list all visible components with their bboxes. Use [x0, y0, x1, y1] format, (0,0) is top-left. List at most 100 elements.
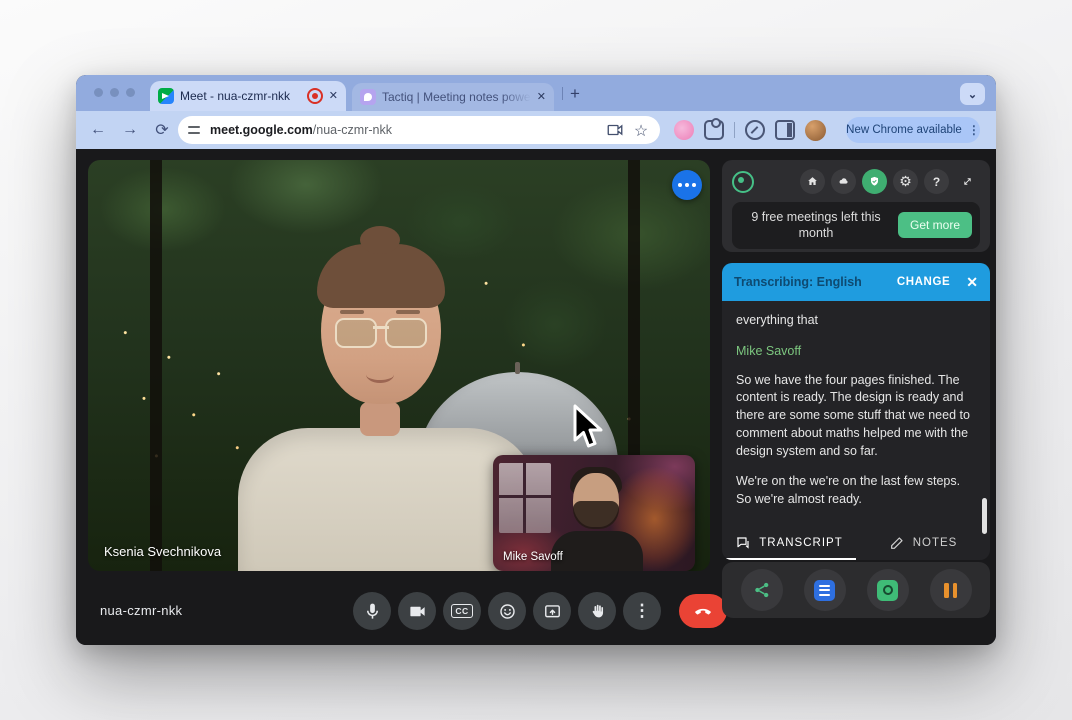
- pip-participant-video[interactable]: Mike Savoff: [493, 455, 695, 571]
- participant-figure: [360, 226, 400, 254]
- screenshot-icon: [877, 580, 898, 601]
- mic-button[interactable]: [353, 592, 391, 630]
- browser-menu-icon[interactable]: ⋮: [968, 123, 980, 137]
- tactiq-action-bar: [722, 562, 990, 618]
- camera-permission-icon[interactable]: [606, 121, 624, 139]
- captions-button[interactable]: CC: [443, 592, 481, 630]
- participant-name-label: Ksenia Svechnikova: [104, 544, 221, 559]
- pip-figure: [551, 531, 643, 571]
- address-bar[interactable]: meet.google.com/nua-czmr-nkk ☆: [178, 116, 660, 144]
- chrome-update-button[interactable]: New Chrome available ⋮: [846, 117, 980, 143]
- tactiq-sidebar-header: ⚙ ? 9 free meetings left this month Get …: [722, 160, 990, 252]
- shield-icon: [868, 175, 881, 188]
- browser-window: Meet - nua-czmr-nkk ✕ Tactiq | Meeting n…: [76, 75, 996, 645]
- tab-tactiq[interactable]: Tactiq | Meeting notes powe ✕: [352, 83, 554, 111]
- participant-figure: [335, 318, 427, 346]
- minimize-window-icon[interactable]: [110, 88, 119, 97]
- open-docs-button[interactable]: [804, 569, 846, 611]
- screenshot-button[interactable]: [867, 569, 909, 611]
- extensions-puzzle-icon[interactable]: [704, 120, 724, 140]
- gear-icon: ⚙: [899, 173, 912, 190]
- close-tab-icon[interactable]: ✕: [537, 92, 546, 103]
- participant-figure: [360, 402, 400, 436]
- tab-meet[interactable]: Meet - nua-czmr-nkk ✕: [150, 81, 346, 111]
- participant-figure: [340, 310, 364, 314]
- reactions-button[interactable]: [488, 592, 526, 630]
- get-more-button[interactable]: Get more: [898, 212, 972, 238]
- meet-page: Ksenia Svechnikova Mike Savoff nua-czmr-…: [76, 149, 996, 645]
- record-status-icon: [732, 171, 754, 193]
- settings-button[interactable]: ⚙: [893, 169, 918, 194]
- tab-label: TRANSCRIPT: [759, 537, 842, 549]
- raise-hand-icon: [588, 602, 607, 621]
- raise-hand-button[interactable]: [578, 592, 616, 630]
- browser-toolbar: ← → ⟳ meet.google.com/nua-czmr-nkk ☆ New…: [76, 111, 996, 149]
- tab-search-chevron-icon[interactable]: ⌄: [960, 83, 985, 105]
- transcribing-label: Transcribing: English: [734, 275, 889, 289]
- camera-button[interactable]: [398, 592, 436, 630]
- cloud-button[interactable]: [831, 169, 856, 194]
- forward-icon[interactable]: →: [114, 121, 146, 139]
- share-button[interactable]: [741, 569, 783, 611]
- tab-strip: Meet - nua-czmr-nkk ✕ Tactiq | Meeting n…: [76, 75, 996, 111]
- transcribing-banner: Transcribing: English CHANGE ✕: [722, 263, 990, 301]
- present-screen-button[interactable]: [533, 592, 571, 630]
- pause-transcript-button[interactable]: [930, 569, 972, 611]
- url-text: meet.google.com/nua-czmr-nkk: [210, 123, 598, 137]
- cloud-icon: [837, 175, 850, 188]
- end-call-icon: [693, 601, 713, 621]
- tab-label: NOTES: [913, 537, 958, 549]
- participant-figure: [396, 310, 420, 314]
- home-button[interactable]: [800, 169, 825, 194]
- close-tab-icon[interactable]: ✕: [329, 91, 338, 102]
- tactiq-floating-widget[interactable]: [672, 170, 702, 200]
- notes-pencil-icon: [889, 535, 905, 551]
- tab-divider: [562, 87, 563, 100]
- more-options-icon: ⋮: [634, 601, 651, 621]
- new-tab-button[interactable]: +: [570, 84, 580, 104]
- recording-indicator-icon: [307, 88, 323, 104]
- help-icon: ?: [933, 175, 940, 189]
- change-language-button[interactable]: CHANGE: [897, 276, 950, 288]
- pip-name-label: Mike Savoff: [503, 551, 563, 563]
- side-panel-icon[interactable]: [775, 120, 795, 140]
- tactiq-extension-icon[interactable]: [674, 120, 694, 140]
- participant-figure: [366, 366, 394, 383]
- captions-icon: CC: [451, 604, 472, 618]
- main-participant-video[interactable]: Ksenia Svechnikova Mike Savoff: [88, 160, 710, 571]
- reload-icon[interactable]: ⟳: [146, 120, 178, 140]
- meet-controls: CC ⋮: [353, 592, 727, 630]
- home-icon: [806, 175, 819, 188]
- tab-title: Meet - nua-czmr-nkk: [180, 89, 301, 103]
- tab-notes[interactable]: NOTES: [856, 527, 990, 560]
- site-info-icon[interactable]: [188, 124, 202, 136]
- pip-figure: [573, 501, 619, 529]
- close-banner-icon[interactable]: ✕: [966, 274, 978, 291]
- profile-avatar[interactable]: [805, 120, 826, 141]
- more-options-button[interactable]: ⋮: [623, 592, 661, 630]
- backdrop-frame: [150, 160, 162, 571]
- toolbar-divider: [734, 122, 735, 138]
- transcript-scrollbar[interactable]: [982, 498, 987, 534]
- back-icon[interactable]: ←: [82, 121, 114, 139]
- transcript-text: So we have the four pages finished. The …: [736, 372, 976, 461]
- extension-icon[interactable]: [745, 120, 765, 140]
- resize-button[interactable]: [955, 169, 980, 194]
- tactiq-tabs: TRANSCRIPT NOTES: [722, 527, 990, 560]
- free-meetings-text: 9 free meetings left this month: [740, 209, 892, 242]
- help-button[interactable]: ?: [924, 169, 949, 194]
- tab-transcript[interactable]: TRANSCRIPT: [722, 527, 856, 560]
- transcript-text: everything that: [736, 312, 976, 330]
- bookmark-star-icon[interactable]: ☆: [632, 121, 650, 139]
- privacy-shield-button[interactable]: [862, 169, 887, 194]
- docs-icon: [814, 580, 835, 601]
- end-call-button[interactable]: [679, 594, 727, 628]
- present-screen-icon: [543, 602, 562, 621]
- transcript-list: everything that Mike Savoff So we have the…: [722, 301, 990, 507]
- zoom-window-icon[interactable]: [126, 88, 135, 97]
- meet-favicon-icon: [158, 88, 174, 104]
- mic-icon: [363, 602, 382, 621]
- transcript-speaker: Mike Savoff: [736, 343, 976, 361]
- free-meetings-banner: 9 free meetings left this month Get more: [732, 202, 980, 249]
- close-window-icon[interactable]: [94, 88, 103, 97]
